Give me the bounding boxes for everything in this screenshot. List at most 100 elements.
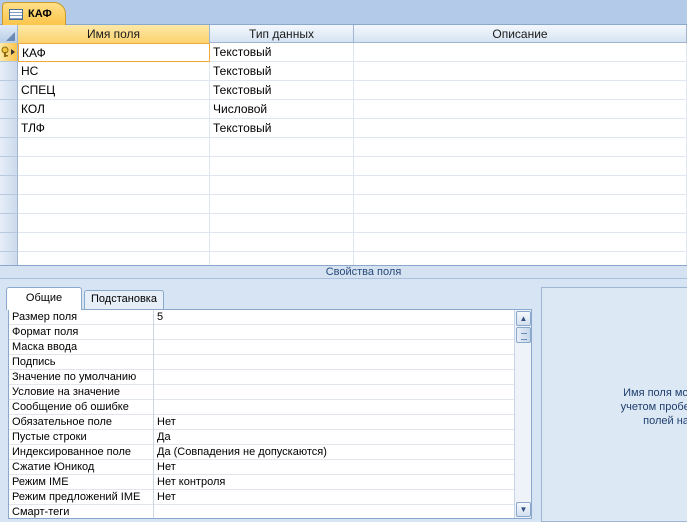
property-value[interactable]: Нет	[154, 490, 514, 505]
table-row[interactable]: КАФ Текстовый	[0, 43, 687, 62]
row-selector[interactable]	[0, 81, 18, 100]
data-type-cell[interactable]	[210, 138, 354, 157]
property-row[interactable]: Маска ввода	[9, 340, 514, 355]
field-name-cell[interactable]	[18, 157, 210, 176]
scroll-down-button[interactable]: ▼	[516, 502, 531, 517]
field-name-cell[interactable]	[18, 252, 210, 265]
tab-lookup[interactable]: Подстановка	[84, 290, 164, 309]
property-row[interactable]: Размер поля 5	[9, 310, 514, 325]
row-selector[interactable]	[0, 138, 18, 157]
field-name-cell[interactable]	[18, 214, 210, 233]
property-value[interactable]: Нет	[154, 415, 514, 430]
property-row[interactable]: Режим IME Нет контроля	[9, 475, 514, 490]
property-value[interactable]	[154, 355, 514, 370]
property-value[interactable]	[154, 325, 514, 340]
description-cell[interactable]	[354, 195, 687, 214]
data-type-cell[interactable]	[210, 252, 354, 265]
table-row[interactable]	[0, 157, 687, 176]
property-value[interactable]: Да (Совпадения не допускаются)	[154, 445, 514, 460]
column-header-field-name[interactable]: Имя поля	[18, 25, 210, 43]
property-row[interactable]: Подпись	[9, 355, 514, 370]
field-name-cell[interactable]: КАФ	[18, 43, 210, 62]
table-row[interactable]: КОЛ Числовой	[0, 100, 687, 119]
row-selector[interactable]	[0, 176, 18, 195]
property-scrollbar[interactable]: ▲ ▼	[514, 310, 531, 518]
description-cell[interactable]	[354, 62, 687, 81]
row-selector[interactable]	[0, 252, 18, 265]
column-header-data-type[interactable]: Тип данных	[210, 25, 354, 43]
scroll-thumb[interactable]	[516, 327, 531, 343]
tab-general[interactable]: Общие	[6, 287, 82, 310]
data-type-cell[interactable]	[210, 157, 354, 176]
data-type-cell[interactable]	[210, 176, 354, 195]
property-row[interactable]: Значение по умолчанию	[9, 370, 514, 385]
data-type-cell[interactable]	[210, 233, 354, 252]
property-row[interactable]: Сообщение об ошибке	[9, 400, 514, 415]
data-type-cell[interactable]	[210, 214, 354, 233]
description-cell[interactable]	[354, 252, 687, 265]
table-row[interactable]: НС Текстовый	[0, 62, 687, 81]
property-row[interactable]: Сжатие Юникод Нет	[9, 460, 514, 475]
property-value[interactable]: Нет контроля	[154, 475, 514, 490]
table-row[interactable]	[0, 233, 687, 252]
property-row[interactable]: Обязательное поле Нет	[9, 415, 514, 430]
property-value[interactable]	[154, 340, 514, 355]
field-name-cell[interactable]	[18, 195, 210, 214]
description-cell[interactable]	[354, 100, 687, 119]
field-name-cell[interactable]: СПЕЦ	[18, 81, 210, 100]
column-header-description[interactable]: Описание	[354, 25, 687, 43]
description-cell[interactable]	[354, 119, 687, 138]
field-name-cell[interactable]: ТЛФ	[18, 119, 210, 138]
property-row[interactable]: Смарт-теги	[9, 505, 514, 518]
row-selector[interactable]	[0, 43, 18, 62]
row-selector[interactable]	[0, 119, 18, 138]
property-value[interactable]	[154, 505, 514, 518]
field-name-cell[interactable]	[18, 138, 210, 157]
description-cell[interactable]	[354, 43, 687, 62]
property-value[interactable]: Да	[154, 430, 514, 445]
data-type-cell[interactable]: Текстовый	[210, 43, 354, 62]
property-value[interactable]	[154, 385, 514, 400]
data-type-cell[interactable]: Числовой	[210, 100, 354, 119]
data-type-cell[interactable]: Текстовый	[210, 62, 354, 81]
field-name-cell[interactable]	[18, 233, 210, 252]
data-type-cell[interactable]	[210, 195, 354, 214]
row-selector[interactable]	[0, 214, 18, 233]
property-value[interactable]: 5	[154, 310, 514, 325]
description-cell[interactable]	[354, 214, 687, 233]
property-value[interactable]: Нет	[154, 460, 514, 475]
data-type-cell[interactable]: Текстовый	[210, 81, 354, 100]
select-all-corner[interactable]	[0, 25, 18, 43]
property-row[interactable]: Формат поля	[9, 325, 514, 340]
table-row[interactable]: СПЕЦ Текстовый	[0, 81, 687, 100]
data-type-cell[interactable]: Текстовый	[210, 119, 354, 138]
property-value[interactable]	[154, 400, 514, 415]
row-selector[interactable]	[0, 100, 18, 119]
property-row[interactable]: Режим предложений IME Нет	[9, 490, 514, 505]
field-name-cell[interactable]: НС	[18, 62, 210, 81]
table-row[interactable]	[0, 214, 687, 233]
table-row[interactable]	[0, 176, 687, 195]
description-cell[interactable]	[354, 81, 687, 100]
description-cell[interactable]	[354, 157, 687, 176]
description-cell[interactable]	[354, 138, 687, 157]
field-name-cell[interactable]	[18, 176, 210, 195]
row-selector[interactable]	[0, 62, 18, 81]
description-cell[interactable]	[354, 233, 687, 252]
document-tab-kaf[interactable]: КАФ	[2, 2, 66, 25]
row-selector[interactable]	[0, 195, 18, 214]
property-label: Смарт-теги	[9, 505, 154, 518]
table-row[interactable]	[0, 138, 687, 157]
table-row[interactable]	[0, 252, 687, 265]
property-value[interactable]	[154, 370, 514, 385]
property-row[interactable]: Индексированное поле Да (Совпадения не до…	[9, 445, 514, 460]
scroll-up-button[interactable]: ▲	[516, 311, 531, 326]
table-row[interactable]: ТЛФ Текстовый	[0, 119, 687, 138]
property-row[interactable]: Пустые строки Да	[9, 430, 514, 445]
description-cell[interactable]	[354, 176, 687, 195]
row-selector[interactable]	[0, 233, 18, 252]
row-selector[interactable]	[0, 157, 18, 176]
property-row[interactable]: Условие на значение	[9, 385, 514, 400]
field-name-cell[interactable]: КОЛ	[18, 100, 210, 119]
table-row[interactable]	[0, 195, 687, 214]
